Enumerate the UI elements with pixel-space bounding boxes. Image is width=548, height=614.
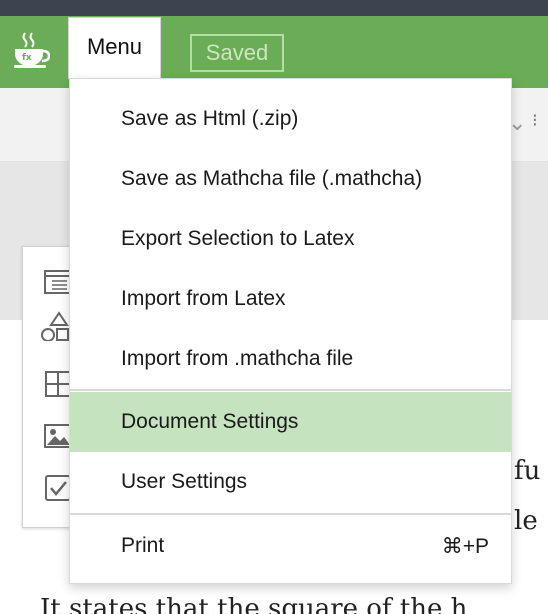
file-menu-dropdown: Save as Html (.zip) Save as Mathcha file… bbox=[69, 78, 512, 584]
menu-item-label: Save as Html (.zip) bbox=[121, 107, 299, 130]
menu-item-save-as-html[interactable]: Save as Html (.zip) bbox=[70, 89, 511, 149]
menu-item-export-selection-latex[interactable]: Export Selection to Latex bbox=[70, 209, 511, 269]
shapes-icon[interactable] bbox=[39, 311, 69, 341]
menu-item-user-settings[interactable]: User Settings bbox=[70, 452, 511, 512]
menu-item-label: Export Selection to Latex bbox=[121, 227, 355, 250]
menu-item-label: Save as Mathcha file (.mathcha) bbox=[121, 167, 423, 190]
svg-text:fx: fx bbox=[22, 53, 32, 63]
app-window: fx Menu Saved ⌄ ⁝ fu le It states that t… bbox=[0, 0, 548, 614]
keyboard-shortcut: ⌘+P bbox=[441, 534, 489, 558]
menu-item-print[interactable]: Print ⌘+P bbox=[70, 516, 511, 576]
document-text-line: It states that the square of the h bbox=[40, 594, 468, 614]
menu-item-label: User Settings bbox=[121, 470, 248, 493]
document-text-line: fu bbox=[514, 456, 541, 486]
menu-item-label: Print bbox=[121, 534, 165, 557]
insert-side-panel bbox=[22, 246, 72, 528]
menu-item-save-as-mathcha[interactable]: Save as Mathcha file (.mathcha) bbox=[70, 149, 511, 209]
menu-item-label: Document Settings bbox=[121, 410, 299, 433]
menu-item-import-latex[interactable]: Import from Latex bbox=[70, 269, 511, 329]
menu-item-label: Import from Latex bbox=[121, 287, 286, 310]
menu-item-label: Import from .mathcha file bbox=[121, 347, 354, 370]
menu-divider bbox=[70, 513, 511, 515]
numbered-list-icon[interactable]: ⁝ bbox=[532, 110, 538, 131]
window-top-strip bbox=[0, 0, 548, 16]
coffee-cup-logo-icon[interactable]: fx bbox=[10, 30, 50, 70]
document-text-line: le bbox=[514, 506, 538, 536]
menu-tab[interactable]: Menu bbox=[68, 17, 161, 79]
menu-item-document-settings[interactable]: Document Settings bbox=[70, 392, 511, 452]
menu-divider bbox=[70, 389, 511, 391]
saved-status-badge: Saved bbox=[190, 34, 284, 72]
menu-item-import-mathcha[interactable]: Import from .mathcha file bbox=[70, 329, 511, 389]
